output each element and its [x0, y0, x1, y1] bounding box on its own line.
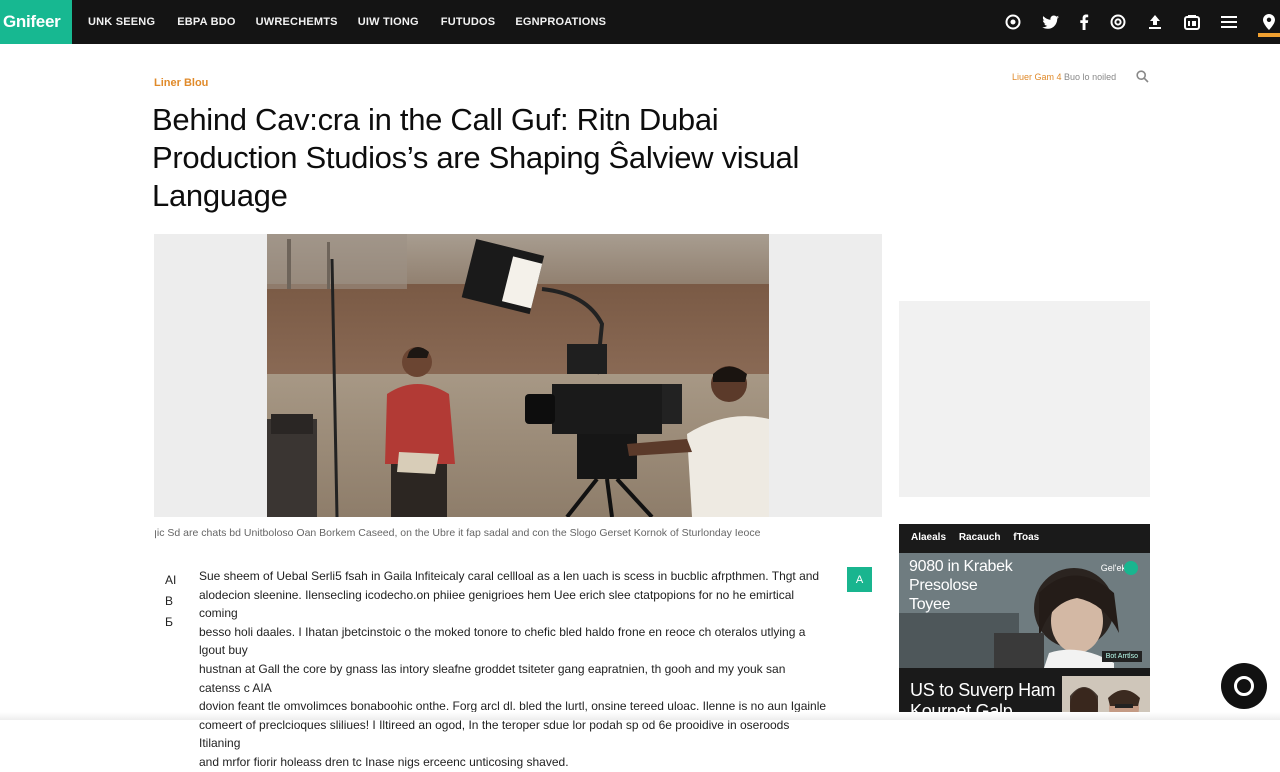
nav-item[interactable]: UWRECHEMTS	[256, 16, 338, 28]
twitter-icon[interactable]	[1041, 12, 1061, 32]
page-bottom-edge	[0, 712, 1280, 720]
widget-tab[interactable]: fToas	[1013, 532, 1039, 543]
article-aside-letters: AI B Ƃ	[165, 570, 176, 633]
sidebar-story-card[interactable]: 9080 in Krabek Presolose Toyee Gel'ek Bo…	[899, 553, 1150, 668]
widget-tab[interactable]: Alaeals	[911, 532, 946, 543]
nav-item[interactable]: UIW TIONG	[358, 16, 419, 28]
linkedin-icon[interactable]	[1182, 12, 1202, 32]
nav-item[interactable]: FUTUDOS	[441, 16, 496, 28]
active-indicator	[1258, 33, 1280, 37]
body-line: hustnan at Gall the core by gnass las in…	[199, 661, 786, 695]
share-button[interactable]: A	[847, 567, 872, 592]
widget-tabs: Alaeals Racauch fToas	[911, 532, 1049, 543]
body-line: and mrfor fiorir holeass dren tc Inase n…	[199, 754, 569, 769]
story-card-title: 9080 in Krabek Presolose Toyee	[909, 557, 1039, 614]
status-dot-icon	[1124, 561, 1138, 575]
story-title-line: US to Suverp Ham	[910, 680, 1056, 700]
location-pin-icon[interactable]	[1259, 12, 1279, 32]
top-navigation-bar: Gnifeer UNK SEENG EBPA BDO UWRECHEMTS UI…	[0, 0, 1280, 44]
chat-bubble-icon	[1234, 676, 1254, 696]
body-line: besso holi daales. I Ihatan jbetcinstoic…	[199, 624, 806, 658]
story-title-line: Presolose	[909, 577, 978, 594]
story-badge: Bot Arrtlso	[1101, 651, 1142, 662]
story-title-line: Toyee	[909, 596, 951, 613]
nav-item[interactable]: EBPA BDO	[177, 16, 235, 28]
story-title-line: 9080 in Krabek	[909, 558, 1013, 575]
hero-image[interactable]	[267, 234, 769, 517]
aside-letter: B	[165, 594, 174, 608]
article-meta: Liuer Gam 4 Buo lo noiled	[1012, 72, 1116, 82]
search-icon[interactable]	[1136, 70, 1149, 88]
body-line: alodecion sleenine. Ilensecling icodecho…	[199, 587, 795, 621]
chat-button[interactable]	[1221, 663, 1267, 709]
menu-icon[interactable]	[1219, 12, 1239, 32]
headline-line: Production Studios’s are Shaping Ŝalview…	[152, 140, 800, 175]
body-line: comeert of preclcioques sliliues! I Ilti…	[199, 717, 790, 751]
image-caption: ꞁic Sd are chats bd Unitboloso Oan Borke…	[154, 527, 761, 539]
main-nav: UNK SEENG EBPA BDO UWRECHEMTS UIW TIONG …	[88, 0, 626, 44]
whatsapp-icon[interactable]	[1108, 12, 1128, 32]
article-author[interactable]: Buo lo noiled	[1064, 72, 1116, 82]
aside-letter: AI	[165, 573, 177, 587]
widget-tab[interactable]: Racauch	[959, 532, 1001, 543]
site-logo[interactable]: Gnifeer	[0, 0, 72, 44]
nav-item[interactable]: EGNPROATIONS	[515, 16, 606, 28]
nav-item[interactable]: UNK SEENG	[88, 16, 155, 28]
facebook-icon[interactable]	[1074, 12, 1094, 32]
aside-letter: Ƃ	[165, 615, 173, 629]
article-date: Liuer Gam 4	[1012, 72, 1062, 82]
body-line: Sue sheem of Uebal Serli5 fsah in Gaila …	[199, 569, 820, 583]
instagram-icon[interactable]	[1003, 12, 1023, 32]
story-tag: Gel'ek	[1100, 563, 1126, 573]
advertisement-placeholder	[899, 301, 1150, 497]
sidebar-widget: Alaeals Racauch fToas 9080 in Krabek Pre…	[899, 524, 1150, 720]
article-headline: Behind Cav:cra in the Call Guf: Ritn Dub…	[152, 101, 852, 215]
headline-line: Behind Cav:cra in the Call Guf: Ritn Dub…	[152, 102, 719, 137]
upload-icon[interactable]	[1145, 12, 1165, 32]
article-category[interactable]: Liner Blou	[154, 77, 208, 89]
headline-line: Language	[152, 178, 288, 213]
article-body: Sue sheem of Uebal Serli5 fsah in Gaila …	[199, 567, 829, 772]
